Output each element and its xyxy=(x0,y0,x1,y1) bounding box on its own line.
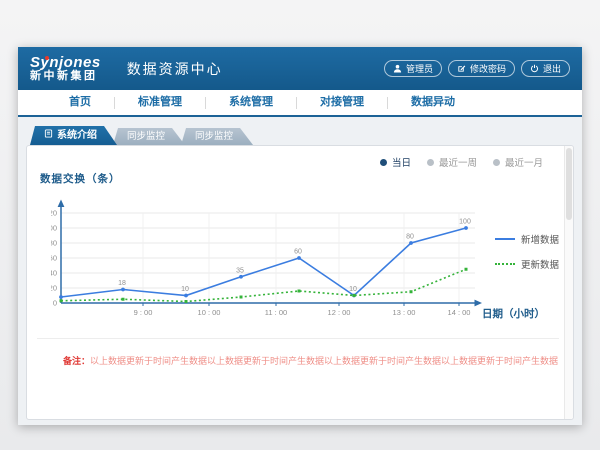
svg-text:35: 35 xyxy=(236,267,244,274)
document-icon xyxy=(44,126,53,145)
filter-label: 当日 xyxy=(392,155,411,169)
brand-name: Synjones xyxy=(30,55,101,71)
user-action-user[interactable]: 管理员 xyxy=(384,60,442,77)
svg-text:10: 10 xyxy=(181,286,189,293)
filter-label: 最近一周 xyxy=(439,155,477,169)
tab-bar: 系统介绍 同步监控 同步监控 xyxy=(30,126,574,145)
filter-option-0[interactable]: 当日 xyxy=(380,155,411,169)
tab-label: 同步监控 xyxy=(195,128,233,145)
filter-option-2[interactable]: 最近一月 xyxy=(493,155,543,169)
svg-text:18: 18 xyxy=(118,280,126,287)
desktop-background: Synjones 新中新集团 数据资源中心 管理员修改密码退出 首页标准管理系统… xyxy=(0,0,600,450)
svg-text:100: 100 xyxy=(51,224,57,233)
user-icon xyxy=(393,64,402,73)
footer-note: 备注：以上数据更新于时间产生数据以上数据更新于时间产生数据以上数据更新于时间产生… xyxy=(37,338,559,367)
svg-text:12 : 00: 12 : 00 xyxy=(328,308,351,317)
svg-text:14 : 00: 14 : 00 xyxy=(448,308,471,317)
svg-text:0: 0 xyxy=(53,299,57,308)
app-header: Synjones 新中新集团 数据资源中心 管理员修改密码退出 xyxy=(18,47,582,90)
svg-text:10 : 00: 10 : 00 xyxy=(198,308,221,317)
time-range-filters: 当日 最近一周 最近一月 xyxy=(380,155,543,169)
legend-label: 更新数据 xyxy=(521,257,559,271)
radio-dot-icon xyxy=(380,159,387,166)
nav-item-0[interactable]: 首页 xyxy=(46,90,114,115)
nav-item-1[interactable]: 标准管理 xyxy=(115,90,205,115)
chart-legend: 新增数据更新数据 xyxy=(495,232,559,271)
nav-item-3[interactable]: 对接管理 xyxy=(297,90,387,115)
radio-dot-icon xyxy=(493,159,500,166)
svg-text:100: 100 xyxy=(459,219,471,226)
filter-label: 最近一月 xyxy=(505,155,543,169)
tab-label: 系统介绍 xyxy=(57,126,97,145)
app-window: Synjones 新中新集团 数据资源中心 管理员修改密码退出 首页标准管理系统… xyxy=(18,47,582,425)
radio-dot-icon xyxy=(427,159,434,166)
tab-1[interactable]: 同步监控 xyxy=(113,128,185,145)
svg-text:60: 60 xyxy=(294,249,302,256)
tab-0-active[interactable]: 系统介绍 xyxy=(30,126,117,145)
panel-scrollbar[interactable] xyxy=(564,146,573,419)
legend-line-sample xyxy=(495,238,515,240)
main-nav: 首页标准管理系统管理对接管理数据异动 xyxy=(18,90,582,117)
filter-option-1[interactable]: 最近一周 xyxy=(427,155,477,169)
legend-label: 新增数据 xyxy=(521,232,559,246)
brand-company: 新中新集团 xyxy=(30,71,101,83)
line-chart: 0 20 40 60 80 100 120 9 : 00 10 : 00 11 : 00 12 : … xyxy=(51,196,487,322)
scrollbar-thumb[interactable] xyxy=(566,148,572,220)
svg-text:13 : 00: 13 : 00 xyxy=(393,308,416,317)
user-action-power[interactable]: 退出 xyxy=(521,60,570,77)
user-action-edit[interactable]: 修改密码 xyxy=(448,60,515,77)
nav-item-4[interactable]: 数据异动 xyxy=(388,90,478,115)
brand-logo[interactable]: Synjones 新中新集团 xyxy=(30,55,115,82)
legend-item-1[interactable]: 更新数据 xyxy=(495,257,559,271)
note-label: 备注： xyxy=(63,356,90,366)
svg-text:120: 120 xyxy=(51,209,57,218)
tab-2[interactable]: 同步监控 xyxy=(181,128,253,145)
user-actions: 管理员修改密码退出 xyxy=(384,60,570,77)
page-title: 数据资源中心 xyxy=(127,59,223,79)
legend-item-0[interactable]: 新增数据 xyxy=(495,232,559,246)
svg-text:60: 60 xyxy=(51,254,57,263)
content-area: 系统介绍 同步监控 同步监控 当日 最近一周 最近一月 数据交换（条） 0 20 40 60 8… xyxy=(18,117,582,420)
svg-text:80: 80 xyxy=(406,234,414,241)
svg-text:20: 20 xyxy=(51,284,57,293)
note-text: 以上数据更新于时间产生数据以上数据更新于时间产生数据以上数据更新于时间产生数据以… xyxy=(90,356,559,366)
x-axis-title: 日期（小时） xyxy=(482,306,545,321)
legend-line-sample xyxy=(495,263,515,265)
content-panel: 当日 最近一周 最近一月 数据交换（条） 0 20 40 60 80 100 120 9 : 00… xyxy=(26,145,574,420)
tab-label: 同步监控 xyxy=(127,128,165,145)
edit-icon xyxy=(457,64,466,73)
svg-text:10: 10 xyxy=(349,286,357,293)
brand-accent-dot xyxy=(45,56,49,60)
svg-text:9 : 00: 9 : 00 xyxy=(134,308,153,317)
nav-item-2[interactable]: 系统管理 xyxy=(206,90,296,115)
y-axis-title: 数据交换（条） xyxy=(40,171,121,186)
power-icon xyxy=(530,64,539,73)
svg-text:40: 40 xyxy=(51,269,57,278)
svg-text:80: 80 xyxy=(51,239,57,248)
svg-text:11 : 00: 11 : 00 xyxy=(265,308,287,317)
